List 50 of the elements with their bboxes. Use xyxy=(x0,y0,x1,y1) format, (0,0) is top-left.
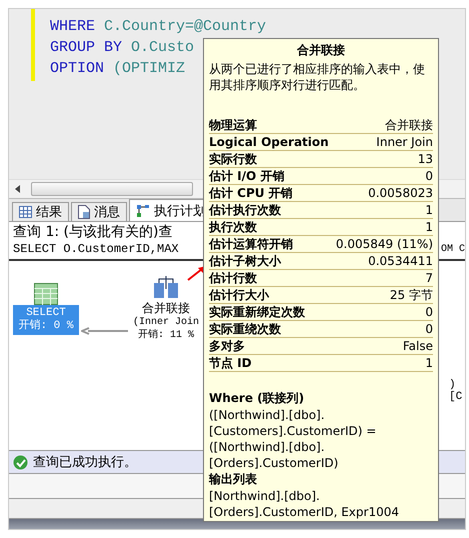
property-value: 1 xyxy=(425,202,433,218)
property-label: 执行次数 xyxy=(209,219,257,235)
property-value: 0 xyxy=(425,168,433,184)
section-heading: Where (联接列) xyxy=(209,390,306,407)
plan-text: [C xyxy=(449,391,462,403)
property-value: False xyxy=(402,338,433,354)
property-label: 物理运算 xyxy=(209,117,257,133)
section-text: ([Northwind].[dbo]. xyxy=(209,407,326,423)
property-value: 0.005849 (11%) xyxy=(336,236,433,252)
status-message: 查询已成功执行。 xyxy=(33,454,137,471)
property-label: 节点 ID xyxy=(209,355,252,371)
property-value: Inner Join xyxy=(376,134,433,150)
property-label: 估计行数 xyxy=(209,270,257,286)
property-value: 合并联接 xyxy=(385,117,433,133)
node-label: SELECT 开销: 0 % xyxy=(13,305,79,335)
property-label: 多对多 xyxy=(209,338,245,354)
property-value: 0.0534411 xyxy=(368,253,433,269)
query-header: 查询 1: (与该批有关的)查 xyxy=(12,223,174,241)
property-label: 实际重新绑定次数 xyxy=(209,304,305,320)
property-value: 7 xyxy=(425,270,433,286)
property-label: 实际重绕次数 xyxy=(209,321,281,337)
query-sql-tail: OM C xyxy=(440,244,465,254)
query-sql: SELECT O.CustomerID,MAX xyxy=(13,242,179,256)
property-value: 1 xyxy=(425,219,433,235)
property-value: 1 xyxy=(425,355,433,371)
code-line: GROUP BY O.Custo xyxy=(50,38,194,58)
property-label: 实际行数 xyxy=(209,151,257,167)
property-label: 估计 I/O 开销 xyxy=(209,168,284,184)
section-heading: 输出列表 xyxy=(209,471,258,488)
property-label: 估计子树大小 xyxy=(209,253,281,269)
section-text: ([Northwind].[dbo]. xyxy=(209,439,326,455)
node-label: 合并联接 (Inner Join 开销: 11 % xyxy=(132,301,200,343)
section-text: [Northwind].[dbo]. xyxy=(209,488,321,504)
section-text: [Orders].CustomerID, Expr1004 xyxy=(209,504,400,520)
property-value: 0 xyxy=(425,321,433,337)
section-text: [Orders].CustomerID) xyxy=(209,455,340,471)
property-label: 估计 CPU 开销 xyxy=(209,185,293,201)
property-label: Logical Operation xyxy=(209,134,329,150)
property-value: 0 xyxy=(425,304,433,320)
property-value: 25 字节 xyxy=(390,287,433,303)
section-text: [Customers].CustomerID) = xyxy=(209,423,378,439)
code-line: OPTION (OPTIMIZ xyxy=(50,59,186,79)
property-value: 13 xyxy=(418,151,433,167)
tooltip-description: 从两个已进行了相应排序的输入表中，使用其排序顺序对行进行匹配。 xyxy=(209,61,426,93)
property-value: 0.0058023 xyxy=(368,185,433,201)
property-label: 估计运算符开销 xyxy=(209,236,293,252)
code-line: WHERE C.Country=@Country xyxy=(50,17,266,37)
property-label: 估计行大小 xyxy=(209,287,269,303)
tooltip-title: 合并联接 xyxy=(296,42,346,59)
plan-text: ) xyxy=(449,379,456,391)
